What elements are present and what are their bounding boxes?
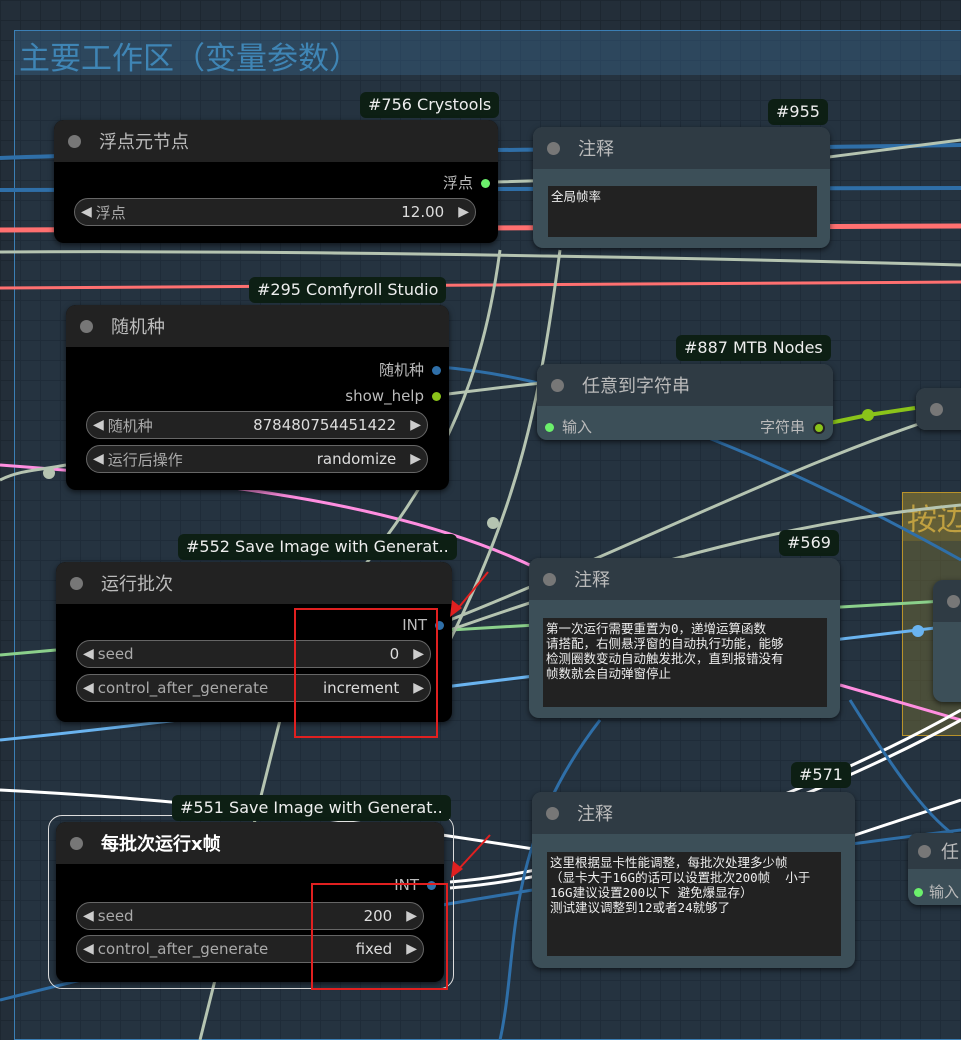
red-arrow-icon (455, 834, 491, 873)
red-arrow-head (451, 861, 463, 878)
red-arrow-head (450, 600, 462, 617)
annotation-arrows (450, 571, 491, 878)
red-arrow-icon (454, 571, 489, 613)
